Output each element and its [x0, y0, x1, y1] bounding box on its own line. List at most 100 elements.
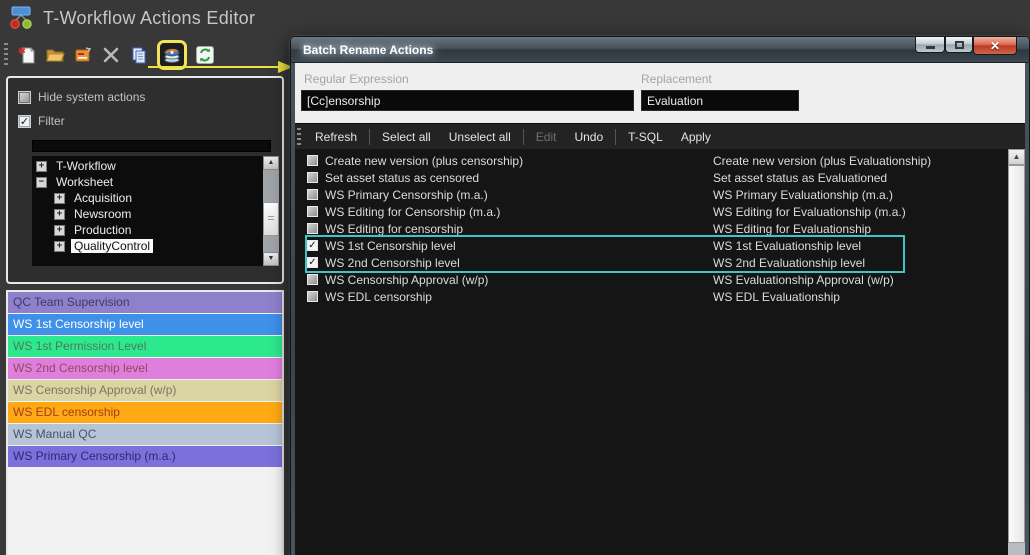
- tree-node-label: Acquisition: [71, 191, 135, 205]
- workflow-tree: +T-Workflow−Worksheet+Acquisition+Newsro…: [32, 156, 279, 266]
- tree-scroll-thumb[interactable]: [263, 202, 279, 236]
- list-scroll-up-icon[interactable]: ▲: [1008, 149, 1025, 165]
- rename-row[interactable]: WS Editing for Censorship (m.a.) WS Editi…: [295, 203, 1008, 220]
- minimize-button[interactable]: [915, 37, 945, 53]
- tree-node-t-workflow[interactable]: +T-Workflow: [32, 158, 262, 174]
- copy-icon[interactable]: [127, 43, 151, 67]
- row-preview: WS Evaluationship Approval (w/p): [713, 273, 894, 287]
- rename-row[interactable]: WS Editing for censorshipWS Editing for …: [295, 220, 1008, 237]
- maximize-button[interactable]: [945, 37, 973, 53]
- tree-scrollbar[interactable]: ▲ ▼: [263, 156, 279, 266]
- expand-icon[interactable]: +: [54, 225, 65, 236]
- dialog-title: Batch Rename Actions: [303, 43, 433, 57]
- row-name: WS EDL censorship: [325, 290, 432, 304]
- regex-input[interactable]: [301, 90, 634, 111]
- toolbar-grip[interactable]: [4, 43, 8, 67]
- rename-list: Create new version (plus censorship)Crea…: [295, 149, 1025, 555]
- rename-row[interactable]: WS Censorship Approval (w/p)WS Evaluatio…: [295, 271, 1008, 288]
- replacement-input[interactable]: [641, 90, 799, 111]
- rename-row[interactable]: ✓WS 2nd Censorship levelWS 2nd Evaluatio…: [295, 254, 1008, 271]
- tree-node-label: Worksheet: [53, 175, 116, 189]
- regex-label: Regular Expression: [304, 72, 409, 86]
- refresh-icon[interactable]: [193, 43, 217, 67]
- tree-node-worksheet[interactable]: −Worksheet: [32, 174, 262, 190]
- rename-row[interactable]: ✓ WS 1st Censorship level WS 1st Evaluatio…: [295, 237, 1008, 254]
- row-checkbox[interactable]: [307, 172, 318, 183]
- rename-row[interactable]: WS EDL censorship WS EDL Evaluationship: [295, 288, 1008, 305]
- delete-icon[interactable]: [99, 43, 123, 67]
- action-item[interactable]: WS EDL censorship: [8, 402, 282, 423]
- svg-text:✱: ✱: [18, 46, 26, 56]
- rename-row[interactable]: WS Primary Censorship (m.a.)WS Primary E…: [295, 186, 1008, 203]
- action-item[interactable]: QC Team Supervision: [8, 292, 282, 313]
- separator: [615, 129, 616, 145]
- row-name: WS 1st Censorship level: [325, 239, 456, 253]
- unselect-all-button[interactable]: Unselect all: [440, 130, 520, 144]
- row-name: WS Editing for Censorship (m.a.): [325, 205, 500, 219]
- tree-node-qualitycontrol[interactable]: + QualityControl: [32, 238, 262, 254]
- expand-icon[interactable]: +: [54, 193, 65, 204]
- list-scrollbar[interactable]: ▲: [1008, 149, 1025, 555]
- filter-panel: Hide system actions ✓ Filter +T-Workflow…: [6, 76, 284, 284]
- tree-scroll-up-icon[interactable]: ▲: [263, 156, 279, 170]
- tree-node-label: QualityControl: [71, 239, 153, 253]
- fields-section: Regular Expression Replacement: [295, 63, 1025, 123]
- row-name: WS Primary Censorship (m.a.): [325, 188, 488, 202]
- batch-rename-icon[interactable]: [157, 40, 187, 70]
- collapse-icon[interactable]: −: [36, 177, 47, 188]
- row-checkbox[interactable]: [307, 155, 318, 166]
- close-button[interactable]: ✕: [973, 37, 1017, 55]
- replacement-label: Replacement: [641, 72, 712, 86]
- action-item[interactable]: WS Manual QC: [8, 424, 282, 445]
- row-checkbox-checked[interactable]: ✓: [307, 240, 318, 251]
- apply-button[interactable]: Apply: [672, 130, 720, 144]
- rename-row[interactable]: Create new version (plus censorship)Crea…: [295, 152, 1008, 169]
- filter-input[interactable]: [32, 140, 271, 152]
- filter-label: Filter: [38, 114, 65, 128]
- row-checkbox[interactable]: [307, 223, 318, 234]
- refresh-button[interactable]: Refresh: [306, 130, 366, 144]
- action-item[interactable]: WS 1st Censorship level: [8, 314, 282, 335]
- tree-node-newsroom[interactable]: +Newsroom: [32, 206, 262, 222]
- edit-button[interactable]: Edit: [527, 130, 566, 144]
- new-action-icon[interactable]: ✱: [15, 43, 39, 67]
- row-checkbox[interactable]: [307, 291, 318, 302]
- expand-icon[interactable]: +: [54, 209, 65, 220]
- list-scroll-thumb[interactable]: [1008, 165, 1025, 543]
- dialog-toolbar: Refresh Select all Unselect all Edit Und…: [295, 123, 1025, 149]
- action-item[interactable]: WS 1st Permission Level: [8, 336, 282, 357]
- dialog-toolbar-grip[interactable]: [297, 128, 301, 146]
- action-item[interactable]: WS Primary Censorship (m.a.): [8, 446, 282, 467]
- select-all-button[interactable]: Select all: [373, 130, 440, 144]
- action-item[interactable]: WS 2nd Censorship level: [8, 358, 282, 379]
- hide-system-actions-box[interactable]: [18, 91, 31, 104]
- expand-icon[interactable]: +: [36, 161, 47, 172]
- row-checkbox-checked[interactable]: ✓: [307, 257, 318, 268]
- action-item[interactable]: WS Censorship Approval (w/p): [8, 380, 282, 401]
- open-icon[interactable]: [43, 43, 67, 67]
- row-preview: WS Editing for Evaluationship (m.a.): [713, 205, 906, 219]
- row-name: Create new version (plus censorship): [325, 154, 523, 168]
- dialog-titlebar[interactable]: Batch Rename Actions ✕: [291, 37, 1029, 63]
- tsql-button[interactable]: T-SQL: [619, 130, 672, 144]
- minimize-icon: [926, 46, 935, 49]
- filter-box[interactable]: ✓: [18, 115, 31, 128]
- app-toolbar: ✱: [2, 40, 219, 70]
- undo-button[interactable]: Undo: [565, 130, 612, 144]
- row-checkbox[interactable]: [307, 274, 318, 285]
- tree-scroll-down-icon[interactable]: ▼: [263, 252, 279, 266]
- row-checkbox[interactable]: [307, 189, 318, 200]
- screen: T-Workflow Actions Editor ✱ Hide system …: [0, 0, 1030, 555]
- hide-system-actions-checkbox[interactable]: Hide system actions: [18, 90, 145, 104]
- row-checkbox[interactable]: [307, 206, 318, 217]
- expand-icon[interactable]: +: [54, 241, 65, 252]
- tree-node-acquisition[interactable]: + Acquisition: [32, 190, 262, 206]
- row-preview: WS 1st Evaluationship level: [713, 239, 861, 253]
- row-preview: WS EDL Evaluationship: [713, 290, 840, 304]
- rename-icon[interactable]: [71, 43, 95, 67]
- window-buttons: ✕: [915, 37, 1017, 55]
- filter-checkbox[interactable]: ✓ Filter: [18, 114, 65, 128]
- rename-row[interactable]: Set asset status as censoredSet asset st…: [295, 169, 1008, 186]
- tree-node-production[interactable]: + Production: [32, 222, 262, 238]
- tree-node-label: Production: [71, 223, 134, 237]
